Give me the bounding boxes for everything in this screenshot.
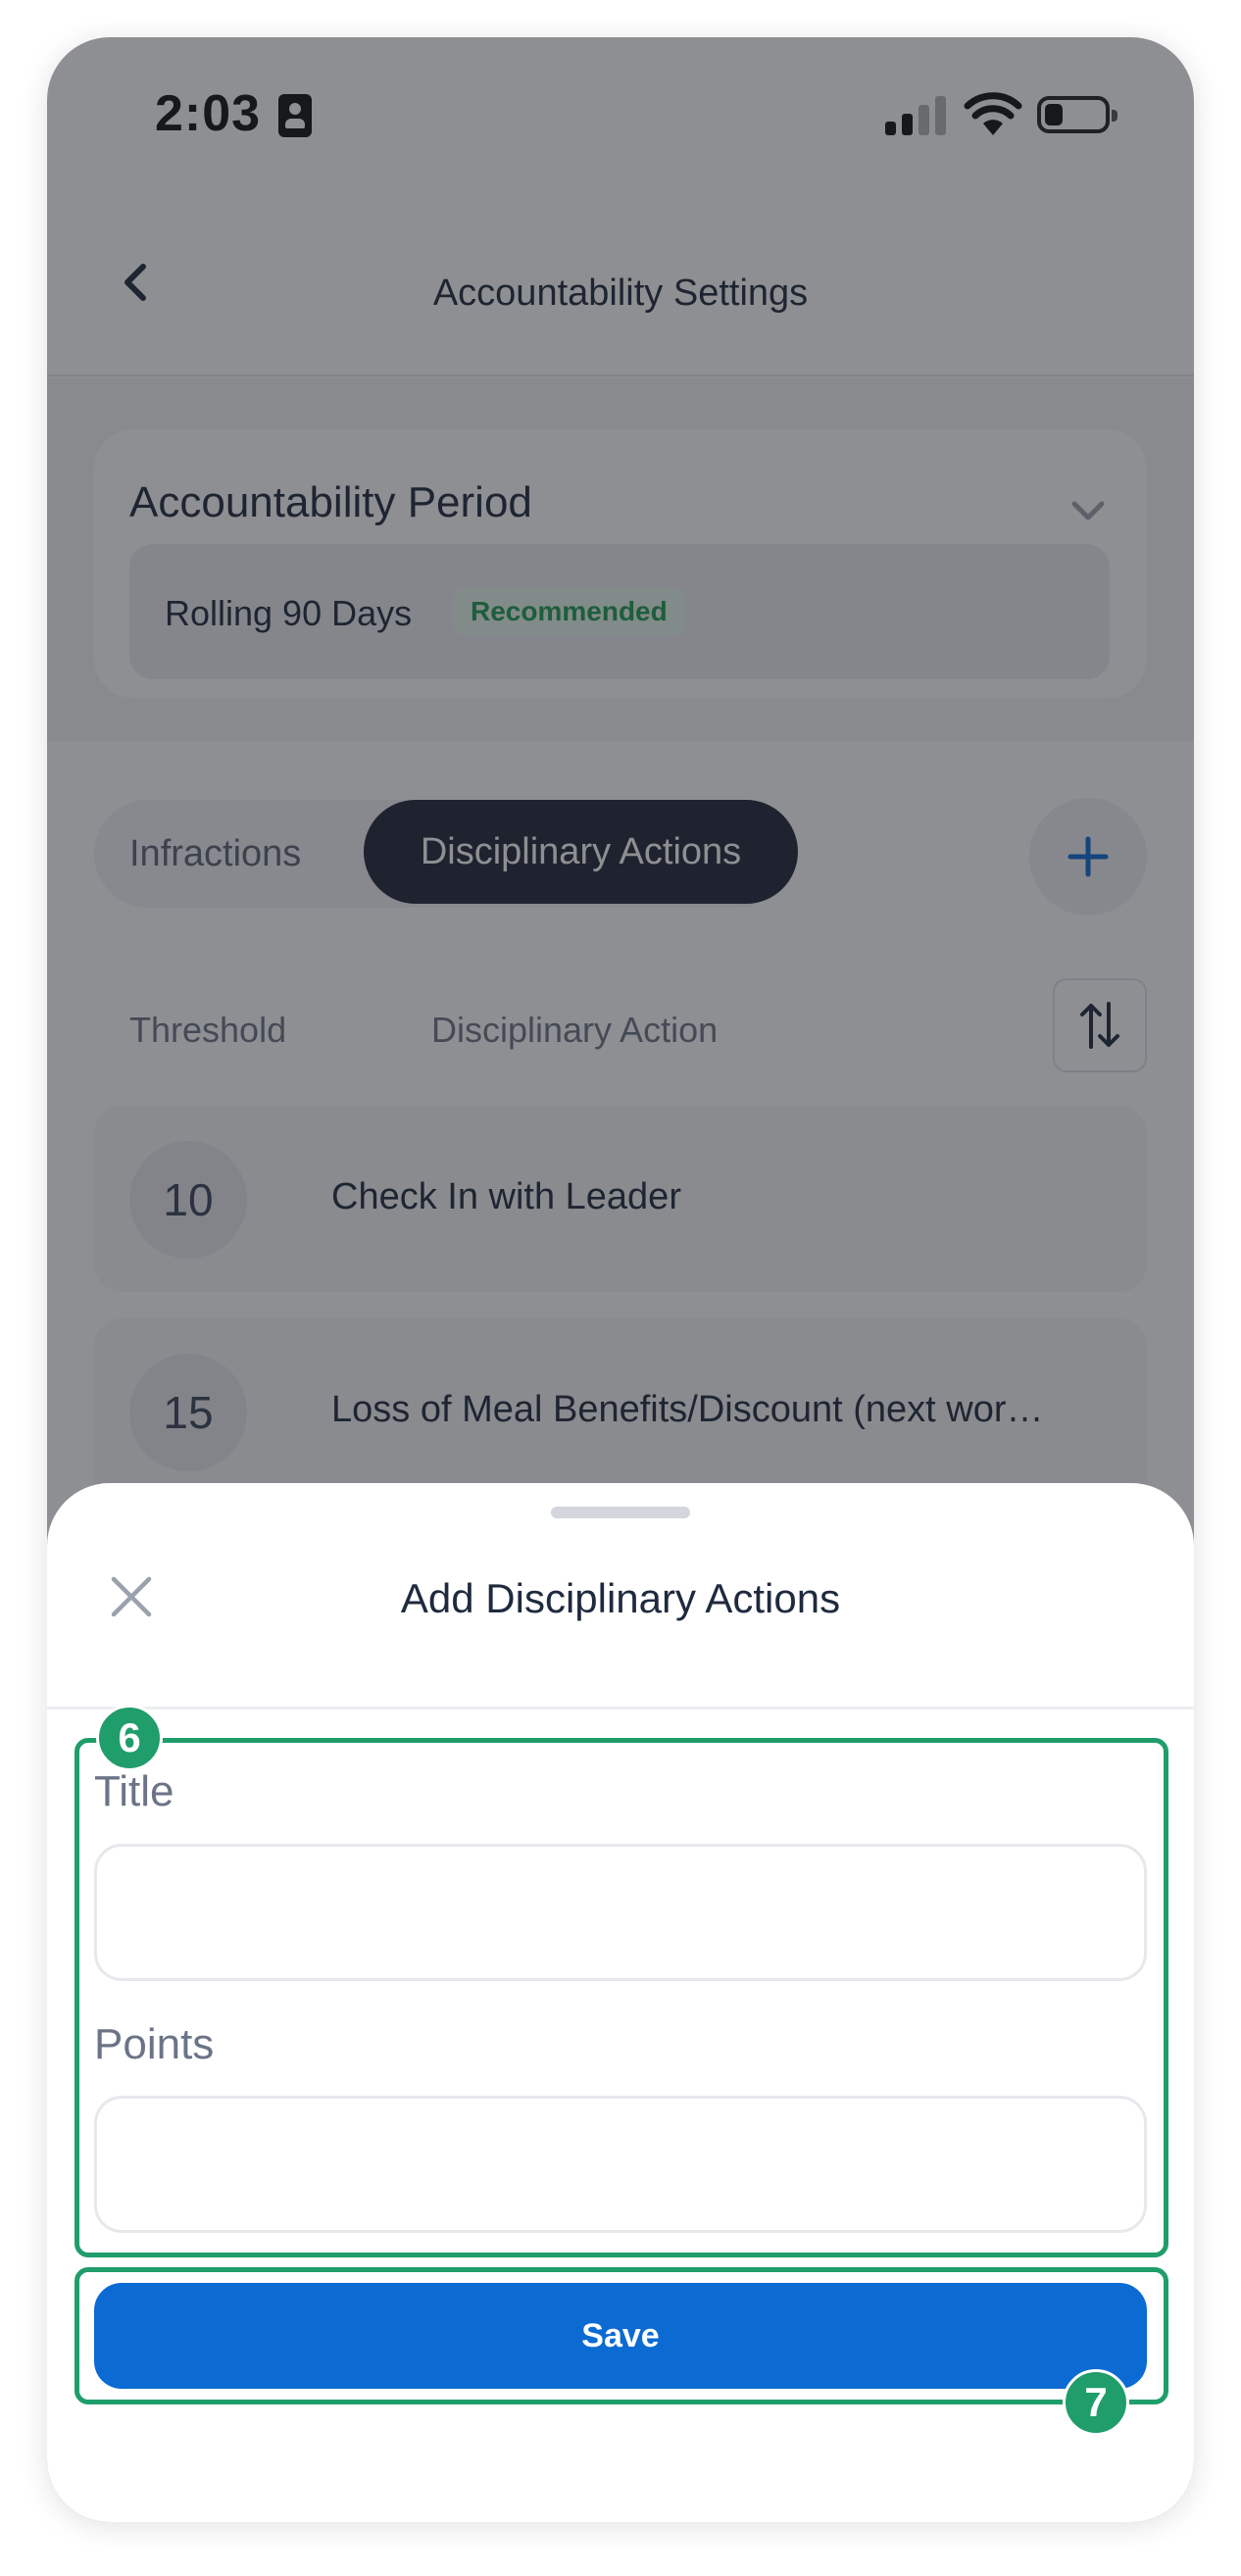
annotation-marker: 7 (1063, 2369, 1129, 2436)
phone-frame: 2:03 Accountability Settings (47, 37, 1194, 2522)
annotation-box-fields (74, 1738, 1168, 2257)
sheet-drag-handle[interactable] (551, 1507, 690, 1518)
bottom-sheet: Add Disciplinary Actions Title Points Sa… (47, 1483, 1194, 2522)
sheet-title: Add Disciplinary Actions (400, 1575, 841, 1621)
annotation-box-save (74, 2267, 1168, 2404)
screen: 2:03 Accountability Settings (47, 37, 1194, 2522)
divider (47, 1707, 1194, 1709)
annotation-marker: 6 (96, 1705, 163, 1771)
